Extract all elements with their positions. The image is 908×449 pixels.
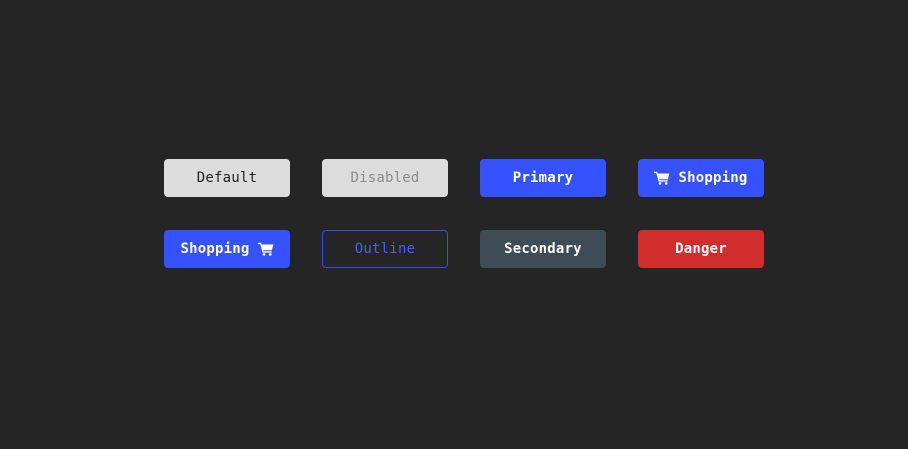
shopping-cart-icon [654, 171, 670, 185]
danger-button[interactable]: Danger [638, 230, 764, 268]
shopping-cart-icon [257, 242, 274, 256]
default-button[interactable]: Default [164, 159, 290, 197]
outline-button[interactable]: Outline [322, 230, 448, 268]
primary-button[interactable]: Primary [480, 159, 606, 197]
shopping-button-icon-left[interactable]: Shopping [638, 159, 764, 197]
outline-button-label: Outline [354, 241, 416, 257]
shopping-button-label: Shopping [180, 241, 250, 257]
primary-button-label: Primary [512, 170, 574, 186]
default-button-label: Default [196, 170, 258, 186]
secondary-button[interactable]: Secondary [480, 230, 606, 268]
button-showcase: Default Disabled Primary Shopping Shoppi… [164, 159, 764, 268]
shopping-button-label: Shopping [678, 170, 748, 186]
secondary-button-label: Secondary [504, 241, 582, 257]
danger-button-label: Danger [675, 241, 727, 257]
disabled-button: Disabled [322, 159, 448, 197]
disabled-button-label: Disabled [350, 170, 420, 186]
shopping-button-icon-right[interactable]: Shopping [164, 230, 290, 268]
